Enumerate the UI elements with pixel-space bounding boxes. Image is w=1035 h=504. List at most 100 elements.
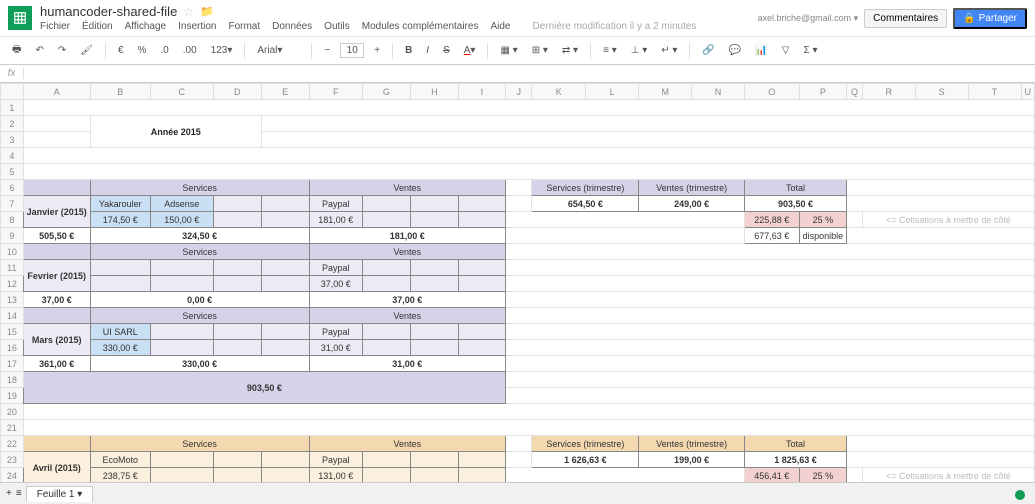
cell[interactable]: 654,50 € [532,196,639,212]
cell[interactable]: 1 626,63 € [532,452,639,468]
cell[interactable]: EcoMoto [90,452,150,468]
cell[interactable]: 37,00 € [309,276,362,292]
dec-decrease-icon[interactable]: .0 [156,43,172,58]
functions-icon[interactable]: Σ ▾ [799,43,821,58]
cell[interactable]: 199,00 € [639,452,745,468]
cell[interactable]: Ventes [309,308,505,324]
explore-icon[interactable] [1015,490,1025,500]
borders-icon[interactable]: ⊞ ▾ [528,43,552,58]
cell[interactable]: 181,00 € [309,212,362,228]
fx-label: fx [0,68,24,79]
cell[interactable]: Paypal [309,452,362,468]
redo-icon[interactable]: ↷ [54,43,70,58]
cell[interactable]: 903,50 € [744,196,846,212]
cell[interactable]: 181,00 € [309,228,505,244]
percent-icon[interactable]: % [134,43,151,58]
print-icon[interactable]: 🖶 [8,40,25,61]
chart-icon[interactable]: 📊 [751,43,771,58]
merge-icon[interactable]: ⇄ ▾ [558,43,582,58]
cell[interactable]: 249,00 € [639,196,745,212]
menu-format[interactable]: Format [228,21,260,32]
folder-icon[interactable]: 📁 [200,5,214,18]
add-sheet-icon[interactable]: + [6,488,12,499]
cell[interactable]: 1 825,63 € [744,452,846,468]
menu-outils[interactable]: Outils [324,21,350,32]
more-formats[interactable]: 123 ▾ [207,43,237,58]
last-edit-text: Dernière modification il y a 2 minutes [532,21,696,32]
formula-bar: fx [0,65,1035,83]
cell[interactable]: 174,50 € [90,212,150,228]
comment-icon[interactable]: 💬 [725,43,745,58]
bold-icon[interactable]: B [401,43,416,58]
cell[interactable]: 361,00 € [23,356,90,372]
cell[interactable]: Ventes [309,436,505,452]
cell[interactable]: Ventes [309,244,505,260]
cell[interactable]: 330,00 € [90,356,309,372]
spreadsheet-grid[interactable]: ABCDEFGHIJKLMNOPQRSTU 1 2Année 2015 3 4 … [0,83,1035,493]
cell[interactable]: Paypal [309,260,362,276]
text-color-icon[interactable]: A ▾ [460,43,480,58]
cell[interactable]: Services [90,436,309,452]
paint-format-icon[interactable]: 🖌 [76,43,97,58]
star-icon[interactable]: ☆ [183,5,194,19]
cell[interactable]: UI SARL [90,324,150,340]
cell[interactable]: 31,00 € [309,356,505,372]
dec-increase-icon[interactable]: .00 [179,43,201,58]
link-icon[interactable]: 🔗 [698,43,718,58]
font-select[interactable]: Arial ▾ [253,43,303,58]
cell[interactable]: 31,00 € [309,340,362,356]
currency-icon[interactable]: € [114,43,128,58]
undo-icon[interactable]: ↶ [31,43,47,58]
size-dec-icon[interactable]: − [320,43,334,58]
document-title[interactable]: humancoder-shared-file [40,4,177,19]
menu-modules[interactable]: Modules complémentaires [362,21,479,32]
sheet-tab-1[interactable]: Feuille 1 ▾ [26,486,94,502]
wrap-icon[interactable]: ↵ ▾ [657,43,681,58]
cell[interactable]: 330,00 € [90,340,150,356]
cell[interactable]: Services (trimestre) [532,436,639,452]
all-sheets-icon[interactable]: ≡ [16,488,22,499]
user-email[interactable]: axel.briche@gmail.com ▾ [757,13,858,24]
menu-edition[interactable]: Édition [82,21,113,32]
cell[interactable]: disponible [799,228,847,244]
cell[interactable]: Total [744,436,846,452]
comments-button[interactable]: Commentaires [864,9,947,28]
cell[interactable]: Services [90,244,309,260]
cell[interactable]: Services [90,308,309,324]
cell[interactable]: Ventes (trimestre) [639,436,745,452]
header-right: axel.briche@gmail.com ▾ Commentaires 🔒 P… [757,8,1027,29]
cell[interactable]: Paypal [309,196,362,212]
menu-fichier[interactable]: Fichier [40,21,70,32]
menu-insertion[interactable]: Insertion [178,21,216,32]
cell[interactable]: 677,63 € [744,228,799,244]
col-headers[interactable]: ABCDEFGHIJKLMNOPQRSTU [1,84,1035,100]
cell[interactable]: 37,00 € [309,292,505,308]
halign-icon[interactable]: ≡ ▾ [599,43,621,58]
cell[interactable]: Paypal [309,324,362,340]
cell[interactable]: 225,88 € [744,212,799,228]
italic-icon[interactable]: I [422,43,433,58]
share-button[interactable]: 🔒 Partager [953,8,1027,29]
janvier-label: Janvier (2015) [23,196,90,228]
valign-icon[interactable]: ⊥ ▾ [627,43,652,58]
year-title: Année 2015 [90,116,261,148]
cell[interactable]: 150,00 € [150,212,213,228]
menu-donnees[interactable]: Données [272,21,312,32]
cell[interactable]: Adsense [150,196,213,212]
fill-color-icon[interactable]: ▦ ▾ [496,43,521,58]
menu-aide[interactable]: Aide [490,21,510,32]
cell[interactable]: 37,00 € [23,292,90,308]
cell[interactable]: 0,00 € [90,292,309,308]
size-inc-icon[interactable]: + [370,43,384,58]
cell[interactable]: 25 % [799,212,847,228]
sheets-app-icon[interactable] [8,6,32,30]
fevrier-label: Fevrier (2015) [23,260,90,292]
font-size-input[interactable]: 10 [340,43,364,58]
cell[interactable]: 505,50 € [23,228,90,244]
cotis-note: <= Cotisations à mettre de côté [862,212,1034,228]
filter-icon[interactable]: ▽ [778,43,794,58]
strike-icon[interactable]: S [439,43,454,58]
menu-affichage[interactable]: Affichage [125,21,167,32]
cell[interactable]: 324,50 € [90,228,309,244]
cell[interactable]: Yakarouler [90,196,150,212]
